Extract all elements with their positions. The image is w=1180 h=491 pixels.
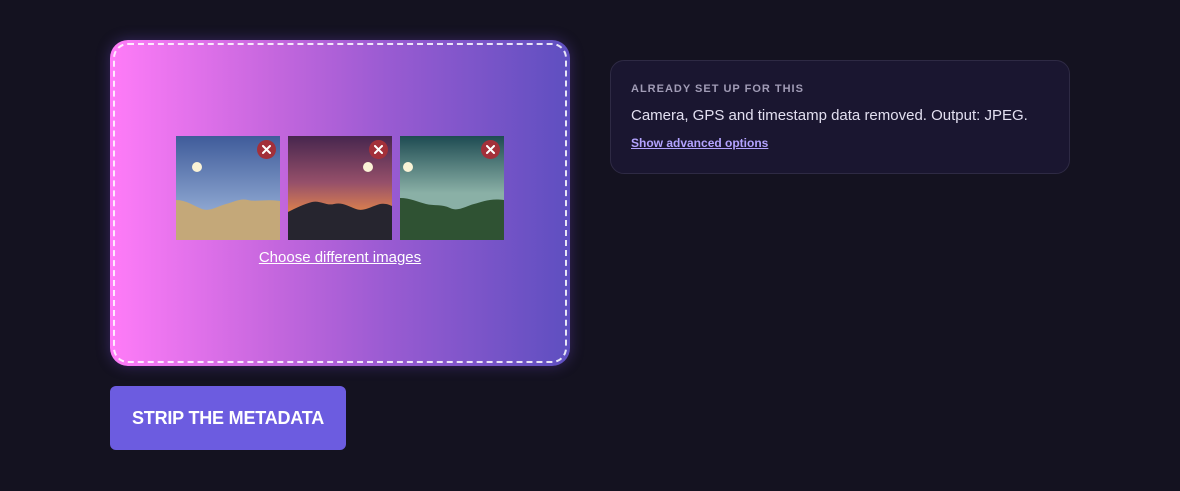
close-icon [262,145,271,154]
strip-metadata-button[interactable]: STRIP THE METADATA [110,386,346,450]
thumbnail-list [176,136,504,240]
thumbnail-forest [400,136,504,240]
info-card-description: Camera, GPS and timestamp data removed. … [631,107,1028,124]
info-card-heading: ALREADY SET UP FOR THIS [631,83,804,95]
show-advanced-options-link[interactable]: Show advanced options [631,136,768,150]
choose-different-images-link[interactable]: Choose different images [110,249,570,266]
thumbnail-sunset [288,136,392,240]
thumbnail-desert [176,136,280,240]
remove-image-button[interactable] [257,140,276,159]
remove-image-button[interactable] [481,140,500,159]
image-dropzone[interactable]: Choose different images [110,40,570,366]
close-icon [486,145,495,154]
close-icon [374,145,383,154]
remove-image-button[interactable] [369,140,388,159]
preset-info-card: ALREADY SET UP FOR THIS Camera, GPS and … [610,60,1070,174]
